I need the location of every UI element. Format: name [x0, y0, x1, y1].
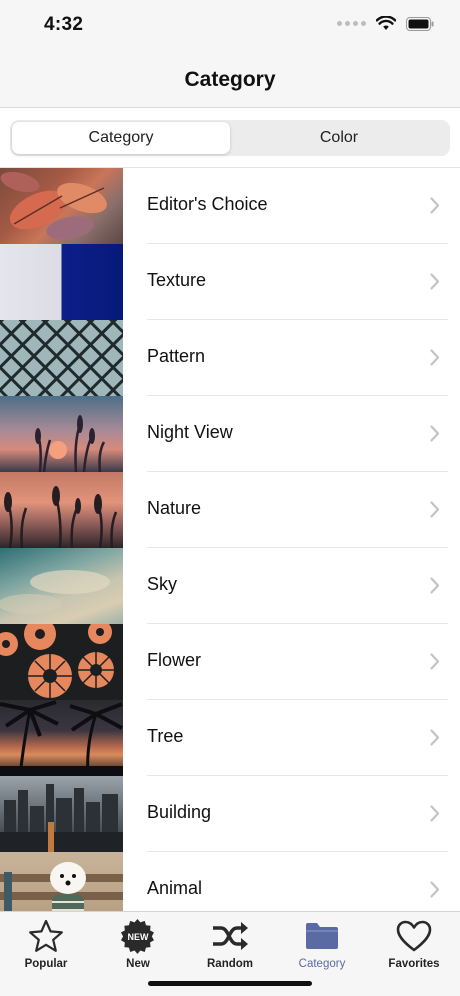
folder-icon	[302, 918, 342, 954]
tab-label: Random	[207, 958, 253, 970]
chevron-right-icon	[430, 273, 440, 290]
star-icon	[26, 918, 66, 954]
category-label: Nature	[147, 498, 202, 518]
segment-category[interactable]: Category	[12, 122, 230, 154]
category-row-texture[interactable]: Texture	[0, 244, 460, 320]
navigation-bar: Category	[0, 52, 460, 108]
status-bar: 4:32	[0, 0, 460, 52]
category-label: Building	[147, 802, 212, 822]
tab-favorites[interactable]: Favorites	[368, 912, 460, 996]
category-thumbnail	[0, 320, 123, 396]
category-label: Sky	[147, 574, 178, 594]
chevron-right-icon	[430, 577, 440, 594]
cellular-signal-icon	[337, 21, 366, 26]
chevron-right-icon	[430, 881, 440, 898]
svg-text:NEW: NEW	[128, 932, 150, 942]
category-thumbnail	[0, 548, 123, 624]
wifi-icon	[376, 16, 396, 30]
category-label: Editor's Choice	[147, 194, 268, 214]
chevron-right-icon	[430, 805, 440, 822]
category-row-editors-choice[interactable]: Editor's Choice	[0, 168, 460, 244]
category-thumbnail	[0, 852, 123, 911]
category-label: Night View	[147, 422, 233, 442]
chevron-right-icon	[430, 425, 440, 442]
category-thumbnail	[0, 472, 123, 548]
category-row-sky[interactable]: Sky	[0, 548, 460, 624]
tab-popular[interactable]: Popular	[0, 912, 92, 996]
category-color-segmented-control: Category Color	[10, 120, 450, 156]
tab-label: Favorites	[388, 958, 440, 970]
category-thumbnail	[0, 168, 123, 244]
category-row-pattern[interactable]: Pattern	[0, 320, 460, 396]
category-row-night-view[interactable]: Night View	[0, 396, 460, 472]
category-thumbnail	[0, 244, 123, 320]
chevron-right-icon	[430, 197, 440, 214]
segment-area: Category Color	[0, 108, 460, 168]
status-time: 4:32	[44, 14, 84, 35]
category-row-tree[interactable]: Tree	[0, 700, 460, 776]
heart-icon	[394, 918, 434, 954]
category-label: Animal	[147, 878, 203, 898]
category-row-building[interactable]: Building	[0, 776, 460, 852]
category-thumbnail	[0, 776, 123, 852]
chevron-right-icon	[430, 729, 440, 746]
tab-label: New	[126, 958, 150, 970]
category-label: Flower	[147, 650, 202, 670]
segment-color[interactable]: Color	[230, 122, 448, 154]
category-thumbnail	[0, 700, 123, 776]
category-thumbnail	[0, 396, 123, 472]
new-badge-icon: NEW	[118, 918, 158, 954]
category-label: Texture	[147, 270, 207, 290]
shuffle-icon	[210, 918, 250, 954]
chevron-right-icon	[430, 501, 440, 518]
page-title: Category	[184, 68, 276, 91]
battery-icon	[406, 16, 434, 31]
category-label: Tree	[147, 726, 184, 746]
chevron-right-icon	[430, 349, 440, 366]
tab-label: Category	[298, 958, 346, 970]
category-row-nature[interactable]: Nature	[0, 472, 460, 548]
home-indicator[interactable]	[148, 981, 312, 986]
category-thumbnail	[0, 624, 123, 700]
status-indicators	[337, 16, 434, 31]
category-list: Editor's Choice Texture Pattern Night Vi…	[0, 168, 460, 911]
category-row-flower[interactable]: Flower	[0, 624, 460, 700]
chevron-right-icon	[430, 653, 440, 670]
tab-label: Popular	[24, 958, 68, 970]
category-row-animal[interactable]: Animal	[0, 852, 460, 911]
category-label: Pattern	[147, 346, 206, 366]
